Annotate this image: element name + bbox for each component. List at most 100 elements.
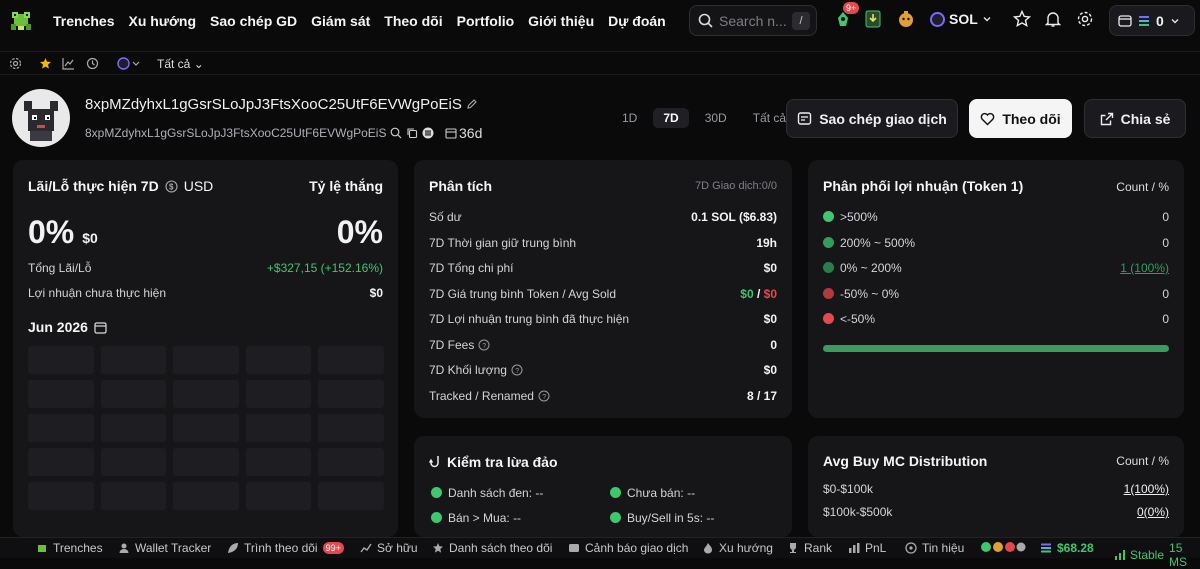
- share-button[interactable]: Chia sẻ: [1084, 99, 1186, 138]
- tab-7d[interactable]: 7D: [653, 108, 689, 128]
- bottom-watchlist[interactable]: Danh sách theo dõi: [432, 541, 552, 555]
- frog-logo-icon[interactable]: [8, 8, 34, 34]
- calendar-cell[interactable]: [28, 414, 94, 442]
- mc-range-value[interactable]: 0(0%): [1137, 505, 1169, 519]
- calendar-cell[interactable]: [173, 482, 239, 510]
- analysis-row: 7D Fees? 0: [429, 338, 777, 352]
- range-value: 0: [1162, 312, 1169, 326]
- trophy-icon: [787, 542, 799, 554]
- bottom-trending-label: Xu hướng: [719, 541, 773, 555]
- nav-trenches[interactable]: Trenches: [53, 13, 114, 29]
- star-icon[interactable]: [1013, 10, 1031, 28]
- bottom-trenches[interactable]: Trenches: [36, 541, 103, 555]
- bottom-connection-status: Stable 15 MS: [1115, 541, 1200, 569]
- bar-chart-icon: [848, 542, 860, 554]
- info-icon[interactable]: ?: [511, 364, 523, 376]
- calendar-cell[interactable]: [100, 414, 167, 442]
- pnl-title: Lãi/Lỗ thực hiện 7D $ USD: [28, 178, 213, 194]
- nav-copy-trade[interactable]: Sao chép GD: [210, 13, 297, 29]
- analysis-title: Phân tích: [429, 178, 493, 194]
- signal-icon: [905, 542, 917, 554]
- bell-icon[interactable]: [1045, 10, 1061, 28]
- calendar-cell[interactable]: [245, 414, 312, 442]
- range-value[interactable]: 1 (100%): [1120, 261, 1169, 275]
- avgmc-row: $0-$100k 1(100%): [823, 482, 1169, 496]
- calendar-cell[interactable]: [245, 482, 312, 510]
- mascot-icon[interactable]: [897, 10, 915, 28]
- calendar-cell[interactable]: [318, 414, 384, 442]
- solana-filter-icon[interactable]: [117, 57, 143, 70]
- calendar-icon: [94, 321, 107, 334]
- scam-label: Bán > Mua:: [448, 511, 510, 525]
- range-value: 0: [1162, 236, 1169, 250]
- calendar-cell[interactable]: [28, 346, 94, 374]
- search-icon[interactable]: [390, 127, 402, 139]
- nav-portfolio[interactable]: Portfolio: [457, 13, 515, 29]
- bottom-tracker-label: Trình theo dõi: [244, 541, 318, 555]
- search-box[interactable]: /: [689, 5, 817, 36]
- star-filled-icon[interactable]: [39, 57, 52, 70]
- calendar-cell[interactable]: [28, 482, 94, 510]
- bottom-trending[interactable]: Xu hướng: [702, 541, 773, 555]
- calendar-cell[interactable]: [245, 346, 312, 374]
- range-dot: [823, 262, 834, 273]
- nav-predict[interactable]: Dự đoán: [608, 13, 666, 29]
- calendar-cell[interactable]: [318, 346, 384, 374]
- calendar-cell[interactable]: [100, 346, 167, 374]
- wallet-button[interactable]: 0: [1109, 5, 1195, 36]
- copy-trade-button[interactable]: Sao chép giao dịch: [786, 99, 958, 138]
- analysis-value: $0: [763, 312, 777, 326]
- chain-selector[interactable]: SOL: [930, 11, 992, 27]
- check-dot: [431, 487, 442, 498]
- bottom-pnl[interactable]: PnL: [848, 541, 886, 555]
- nav-trending[interactable]: Xu hướng: [128, 13, 196, 29]
- pnl-currency[interactable]: USD: [184, 178, 214, 194]
- wallet-address-sub: 8xpMZdyhxL1gGsrSLoJpJ3FtsXooC25UtF6EVWgP…: [85, 126, 434, 140]
- bottom-app-icons[interactable]: [980, 541, 1026, 553]
- calendar-cell[interactable]: [318, 380, 384, 408]
- calendar-cell[interactable]: [28, 448, 94, 476]
- copy-icon[interactable]: [406, 127, 418, 139]
- calendar-header[interactable]: Jun 2026: [28, 319, 107, 335]
- calendar-cell[interactable]: [100, 380, 167, 408]
- gear-icon[interactable]: [1076, 10, 1094, 28]
- calendar-cell[interactable]: [245, 380, 312, 408]
- history-icon[interactable]: [86, 57, 99, 70]
- pnl-pct-block: 0% $0: [28, 214, 98, 251]
- range-label: 0% ~ 200%: [840, 261, 902, 275]
- calendar-cell[interactable]: [173, 380, 239, 408]
- bottom-rank[interactable]: Rank: [787, 541, 832, 555]
- nav-follow[interactable]: Theo dõi: [384, 13, 442, 29]
- settings-icon[interactable]: [9, 57, 22, 70]
- tab-30d[interactable]: 30D: [695, 108, 737, 128]
- calendar-cell[interactable]: [173, 414, 239, 442]
- share-label: Chia sẻ: [1120, 110, 1171, 127]
- calendar-cell[interactable]: [28, 380, 94, 408]
- bottom-wallet-tracker[interactable]: Wallet Tracker: [118, 541, 211, 555]
- calendar-cell[interactable]: [173, 448, 239, 476]
- calendar-cell[interactable]: [173, 346, 239, 374]
- mc-range-value[interactable]: 1(100%): [1124, 482, 1169, 496]
- bottom-tracker[interactable]: Trình theo dõi 99+: [227, 541, 344, 555]
- nav-referral[interactable]: Giới thiệu: [528, 13, 594, 29]
- follow-button[interactable]: Theo dõi: [969, 99, 1072, 138]
- info-icon[interactable]: ?: [478, 339, 490, 351]
- download-icon[interactable]: [865, 10, 881, 28]
- filter-all-dropdown[interactable]: Tất cả ⌄: [157, 57, 204, 71]
- bottom-holdings[interactable]: Sở hữu: [360, 541, 418, 555]
- calendar-cell[interactable]: [318, 448, 384, 476]
- calendar-cell[interactable]: [100, 448, 167, 476]
- calendar-cell[interactable]: [318, 482, 384, 510]
- search-input[interactable]: [719, 12, 799, 29]
- copy-trade-label: Sao chép giao dịch: [819, 110, 947, 127]
- info-icon[interactable]: ?: [538, 390, 550, 402]
- nav-monitor[interactable]: Giám sát: [311, 13, 370, 29]
- bottom-signals[interactable]: Tin hiệu: [905, 541, 964, 555]
- calendar-cell[interactable]: [245, 448, 312, 476]
- calendar-cell[interactable]: [100, 482, 167, 510]
- chart-icon[interactable]: [62, 57, 75, 70]
- bottom-watchlist-label: Danh sách theo dõi: [449, 541, 553, 555]
- bottom-trade-alerts[interactable]: Cảnh báo giao dịch: [568, 541, 688, 555]
- tab-1d[interactable]: 1D: [612, 108, 647, 128]
- edit-icon[interactable]: [466, 98, 478, 110]
